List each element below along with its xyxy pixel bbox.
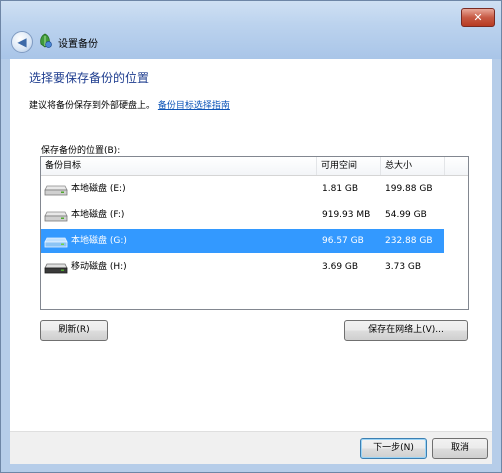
window-frame-bottom	[1, 463, 501, 472]
list-item-drive-g[interactable]: 本地磁盘 (G:) 96.57 GB 232.88 GB	[41, 229, 444, 253]
column-header-total-size[interactable]: 总大小	[381, 157, 445, 175]
drive-total-size: 232.88 GB	[385, 236, 433, 246]
drive-free-space: 96.57 GB	[322, 236, 364, 246]
hard-drive-icon	[44, 185, 68, 196]
backup-setup-window: ✕ ◀ 设置备份 选择要保存备份的位置 建议将备份保存到外部硬盘上。 备份目标选…	[0, 0, 502, 473]
backup-app-icon	[40, 33, 52, 48]
cancel-button[interactable]: 取消	[432, 438, 488, 459]
drive-name: 本地磁盘 (E:)	[71, 184, 126, 194]
column-header-free-space[interactable]: 可用空间	[317, 157, 381, 175]
list-header: 备份目标 可用空间 总大小	[41, 157, 468, 176]
drive-free-space: 3.69 GB	[322, 262, 359, 272]
drive-name: 本地磁盘 (G:)	[71, 236, 127, 246]
next-button[interactable]: 下一步(N)	[360, 438, 427, 459]
removable-drive-icon	[44, 263, 68, 274]
window-frame-left	[1, 59, 10, 472]
save-on-network-button[interactable]: 保存在网络上(V)...	[344, 320, 468, 341]
column-header-filler	[445, 157, 468, 175]
list-item-drive-e[interactable]: 本地磁盘 (E:) 1.81 GB 199.88 GB	[41, 177, 444, 201]
backup-destination-list[interactable]: 备份目标 可用空间 总大小 本地磁盘 (E:) 1.81 GB 199.88 G…	[40, 156, 469, 310]
column-header-destination[interactable]: 备份目标	[41, 157, 317, 175]
drive-total-size: 199.88 GB	[385, 184, 433, 194]
list-item-drive-f[interactable]: 本地磁盘 (F:) 919.93 MB 54.99 GB	[41, 203, 444, 227]
window-frame-right	[492, 59, 501, 472]
hard-drive-icon	[44, 211, 68, 222]
title-bar	[1, 1, 501, 59]
drive-total-size: 54.99 GB	[385, 210, 427, 220]
window-title: 设置备份	[58, 39, 98, 50]
drive-total-size: 3.73 GB	[385, 262, 422, 272]
instruction-label: 建议将备份保存到外部硬盘上。	[29, 101, 156, 111]
hard-drive-icon	[44, 237, 68, 248]
close-icon: ✕	[473, 11, 483, 24]
list-item-drive-h[interactable]: 移动磁盘 (H:) 3.69 GB 3.73 GB	[41, 255, 444, 279]
drive-name: 本地磁盘 (F:)	[71, 210, 125, 220]
instruction-text: 建议将备份保存到外部硬盘上。 备份目标选择指南	[29, 98, 230, 111]
drive-free-space: 919.93 MB	[322, 210, 371, 220]
back-arrow-icon: ◀	[17, 35, 27, 49]
close-button[interactable]: ✕	[461, 8, 495, 27]
refresh-button[interactable]: 刷新(R)	[40, 320, 108, 341]
back-button[interactable]: ◀	[11, 31, 33, 53]
help-link[interactable]: 备份目标选择指南	[158, 101, 230, 111]
page-heading: 选择要保存备份的位置	[29, 71, 150, 85]
drive-name: 移动磁盘 (H:)	[71, 262, 127, 272]
location-list-label: 保存备份的位置(B):	[41, 146, 121, 156]
drive-free-space: 1.81 GB	[322, 184, 359, 194]
